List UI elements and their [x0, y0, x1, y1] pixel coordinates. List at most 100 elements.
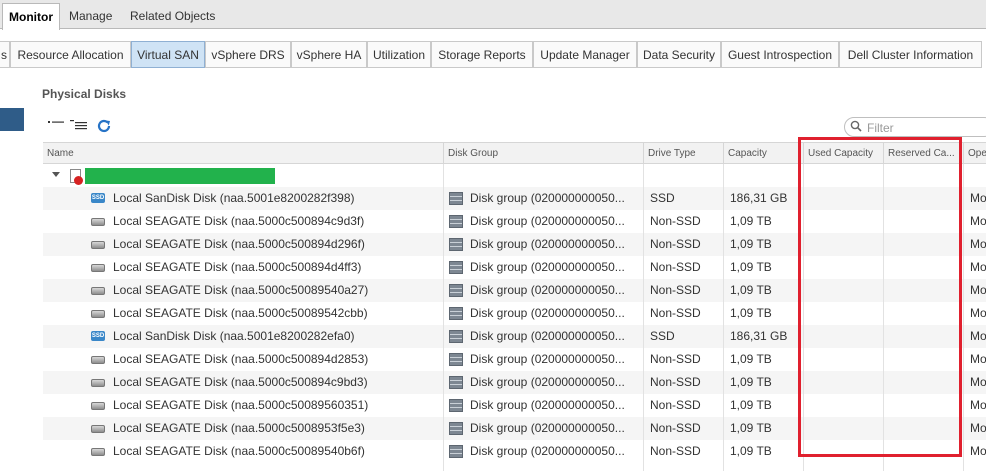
disk-group: Disk group (020000000050... [470, 283, 625, 297]
tab-monitor[interactable]: Monitor [2, 3, 60, 30]
hdd-icon [91, 425, 105, 433]
hdd-icon [91, 218, 105, 226]
refresh-icon[interactable] [96, 118, 112, 134]
subtab-vsphere-ha[interactable]: vSphere HA [291, 41, 367, 68]
capacity: 1,09 TB [730, 375, 772, 389]
disk-name: Local SEAGATE Disk (naa.5000c50089540a27… [113, 283, 369, 297]
disk-name: Local SEAGATE Disk (naa.5000c5008953f5e3… [113, 421, 365, 435]
drive-type: Non-SSD [650, 421, 701, 435]
drive-type: Non-SSD [650, 283, 701, 297]
disk-name: Local SanDisk Disk (naa.5001e8200282f398… [113, 191, 355, 205]
filter-input[interactable]: Filter [844, 117, 986, 137]
hdd-icon [91, 241, 105, 249]
disk-name: Local SEAGATE Disk (naa.5000c500894d4ff3… [113, 260, 362, 274]
capacity: 1,09 TB [730, 260, 772, 274]
collapse-all-icon[interactable] [48, 118, 66, 134]
disk-group: Disk group (020000000050... [470, 237, 625, 251]
disk-group-icon [449, 192, 463, 205]
disk-group-icon [449, 353, 463, 366]
operational-state: Mo [970, 306, 986, 320]
disk-group: Disk group (020000000050... [470, 352, 625, 366]
operational-state: Mo [970, 444, 986, 458]
tab-manage[interactable]: Manage [63, 3, 123, 29]
disk-group: Disk group (020000000050... [470, 444, 625, 458]
drive-type: Non-SSD [650, 237, 701, 251]
column-drive-type[interactable]: Drive Type [643, 143, 723, 164]
drive-type: SSD [650, 329, 675, 343]
column-name[interactable]: Name [43, 143, 443, 164]
disk-group: Disk group (020000000050... [470, 191, 625, 205]
subtab-truncated[interactable]: s [0, 41, 10, 68]
operational-state: Mo [970, 214, 986, 228]
subtab-resource-allocation[interactable]: Resource Allocation [10, 41, 131, 68]
left-nav-selected-item[interactable] [0, 108, 24, 131]
capacity: 1,09 TB [730, 283, 772, 297]
disk-group: Disk group (020000000050... [470, 306, 625, 320]
disk-group-icon [449, 261, 463, 274]
panel-title: Physical Disks [42, 87, 127, 101]
hdd-icon [91, 287, 105, 295]
subtab-guest-introspection[interactable]: Guest Introspection [721, 41, 839, 68]
disk-group: Disk group (020000000050... [470, 398, 625, 412]
capacity: 1,09 TB [730, 421, 772, 435]
drive-type: Non-SSD [650, 375, 701, 389]
disk-group-icon [449, 399, 463, 412]
subtab-update-manager[interactable]: Update Manager [533, 41, 637, 68]
column-capacity[interactable]: Capacity [723, 143, 803, 164]
operational-state: Mo [970, 398, 986, 412]
capacity: 1,09 TB [730, 352, 772, 366]
collapse-chevron-icon[interactable] [52, 172, 60, 177]
drive-type: Non-SSD [650, 352, 701, 366]
disk-group-icon [449, 445, 463, 458]
subtab-data-security[interactable]: Data Security [637, 41, 721, 68]
disk-group-icon [449, 284, 463, 297]
operational-state: Mo [970, 260, 986, 274]
drive-type: Non-SSD [650, 306, 701, 320]
disk-group: Disk group (020000000050... [470, 260, 625, 274]
subtab-vsphere-drs[interactable]: vSphere DRS [205, 41, 291, 68]
disk-group: Disk group (020000000050... [470, 375, 625, 389]
search-icon [850, 120, 862, 135]
column-divider [643, 164, 644, 471]
redacted-host-name [85, 168, 275, 184]
operational-state: Mo [970, 329, 986, 343]
disk-group-icon [449, 330, 463, 343]
subtab-dell-cluster-information[interactable]: Dell Cluster Information [839, 41, 982, 68]
highlight-box [798, 137, 962, 457]
column-operational-state[interactable]: Ope [963, 143, 986, 164]
hdd-icon [91, 310, 105, 318]
drive-type: Non-SSD [650, 260, 701, 274]
disk-group: Disk group (020000000050... [470, 214, 625, 228]
filter-placeholder: Filter [867, 121, 894, 135]
drive-type: Non-SSD [650, 444, 701, 458]
capacity: 1,09 TB [730, 398, 772, 412]
disk-name: Local SanDisk Disk (naa.5001e8200282efa0… [113, 329, 355, 343]
disk-name: Local SEAGATE Disk (naa.5000c50089542cbb… [113, 306, 368, 320]
expand-all-icon[interactable] [70, 118, 88, 134]
operational-state: Mo [970, 375, 986, 389]
disk-group-icon [449, 376, 463, 389]
column-disk-group[interactable]: Disk Group [443, 143, 643, 164]
subtab-utilization[interactable]: Utilization [367, 41, 431, 68]
capacity: 1,09 TB [730, 444, 772, 458]
ssd-icon: SSD [91, 193, 105, 203]
disk-name: Local SEAGATE Disk (naa.5000c50089540b6f… [113, 444, 365, 458]
capacity: 1,09 TB [730, 214, 772, 228]
host-error-icon [70, 169, 83, 185]
operational-state: Mo [970, 237, 986, 251]
drive-type: SSD [650, 191, 675, 205]
disk-name: Local SEAGATE Disk (naa.5000c500894d2853… [113, 352, 369, 366]
ssd-icon: SSD [91, 331, 105, 341]
tab-related-objects[interactable]: Related Objects [124, 3, 224, 29]
subtab-storage-reports[interactable]: Storage Reports [431, 41, 533, 68]
operational-state: Mo [970, 352, 986, 366]
subtab-virtual-san[interactable]: Virtual SAN [131, 41, 205, 68]
disk-name: Local SEAGATE Disk (naa.5000c500894c9d3f… [113, 214, 365, 228]
disk-name: Local SEAGATE Disk (naa.5000c50089560351… [113, 398, 369, 412]
disk-group-icon [449, 215, 463, 228]
capacity: 186,31 GB [730, 191, 788, 205]
capacity: 1,09 TB [730, 237, 772, 251]
hdd-icon [91, 356, 105, 364]
hdd-icon [91, 264, 105, 272]
column-divider [963, 164, 964, 471]
